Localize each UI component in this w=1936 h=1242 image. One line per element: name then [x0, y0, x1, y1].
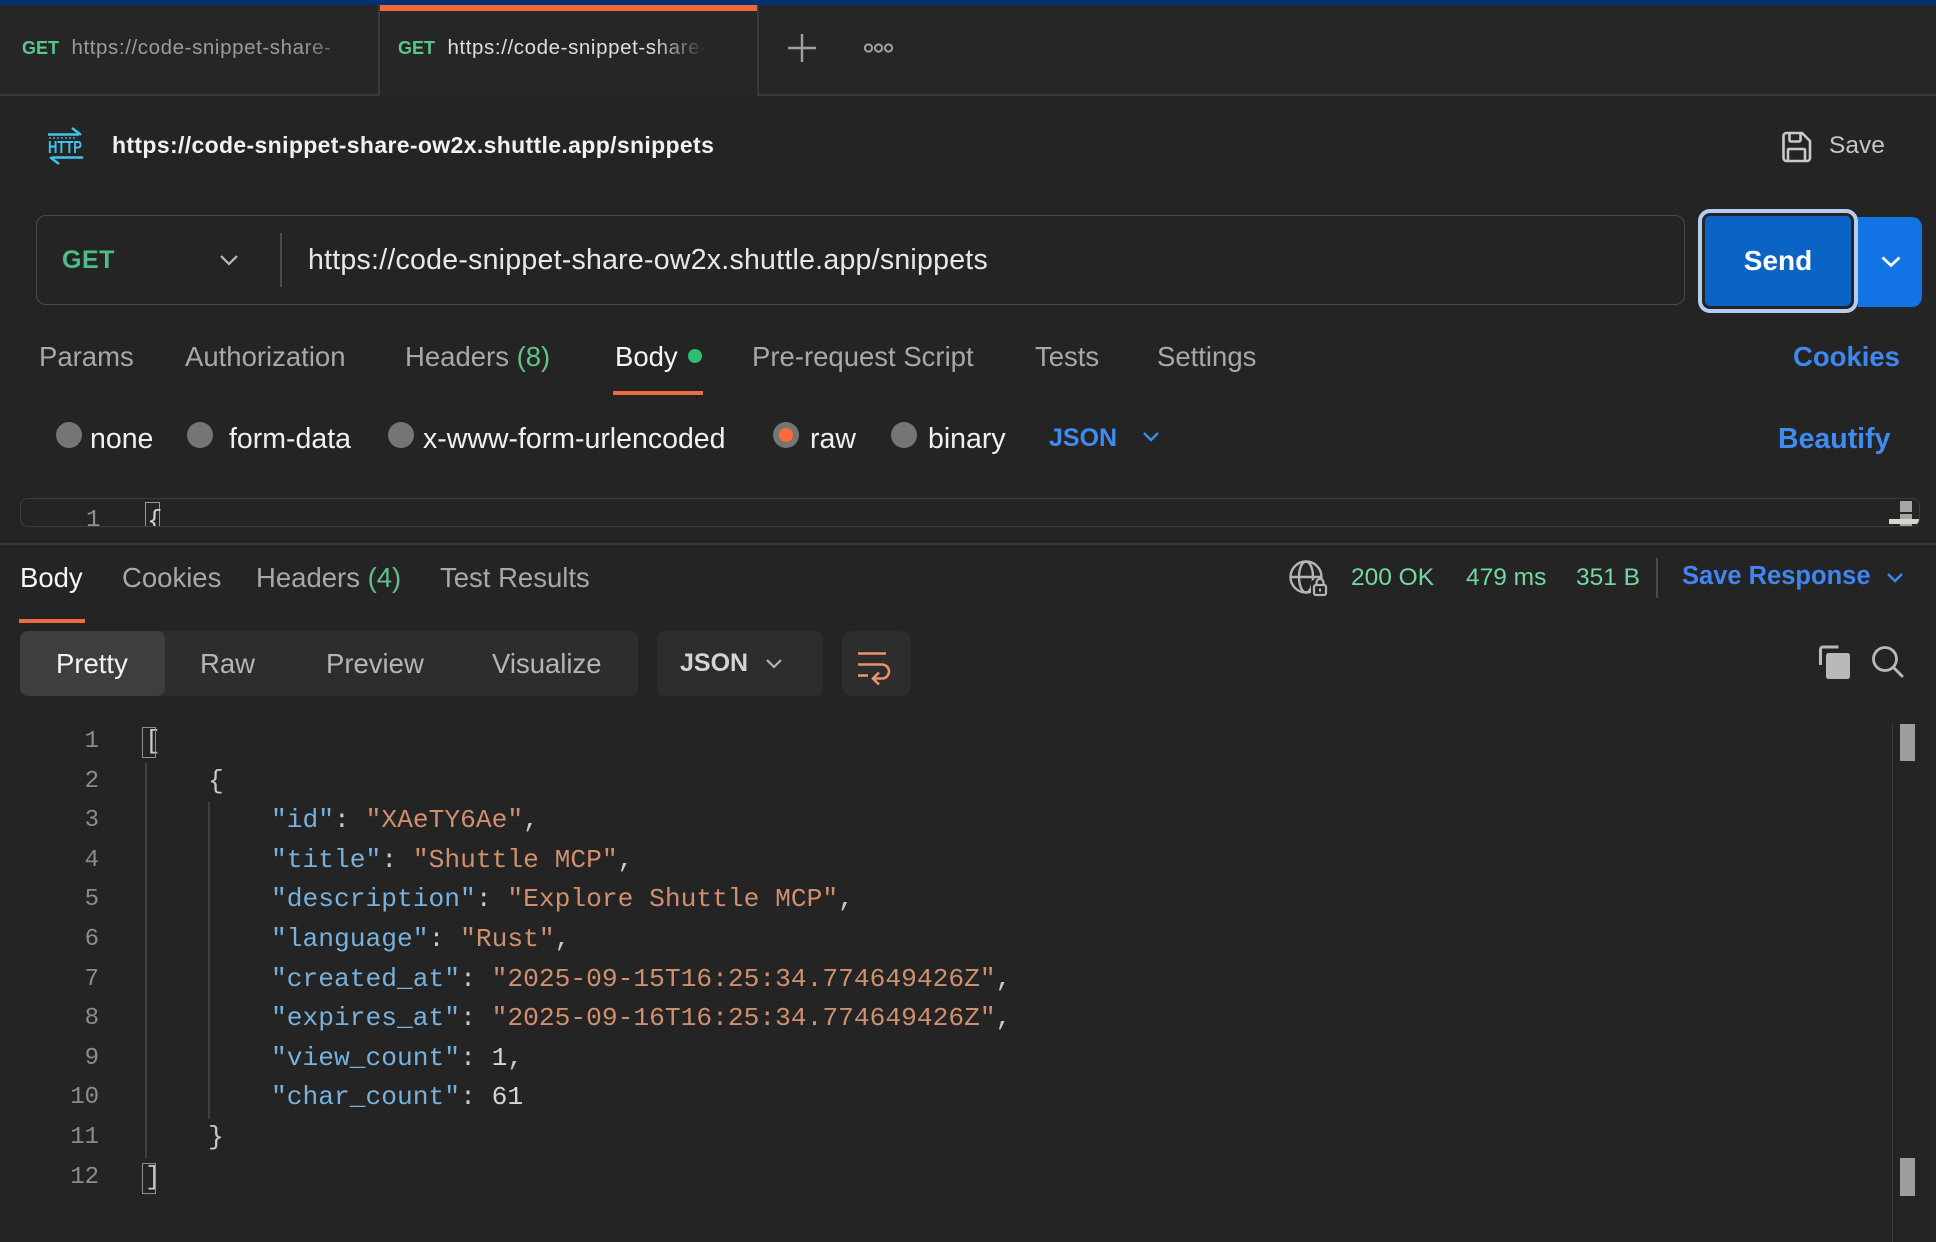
svg-text:HTTP: HTTP — [48, 137, 82, 157]
